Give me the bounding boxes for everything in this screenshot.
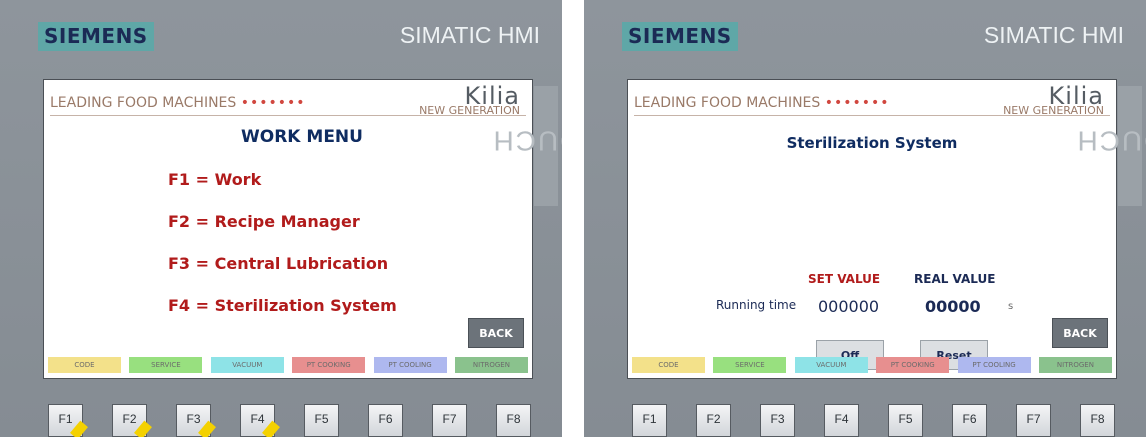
siemens-logo: SIEMENS bbox=[38, 22, 154, 51]
hmi-screen: LEADING FOOD MACHINES ••••••• Kilia NEW … bbox=[627, 79, 1117, 379]
touch-label: TOUCH bbox=[491, 125, 562, 157]
status-vacuum: VACUUM bbox=[210, 357, 284, 373]
function-keys: F1 F2 F3 F4 F5 F6 F7 F8 bbox=[48, 404, 538, 437]
status-vacuum: VACUUM bbox=[794, 357, 868, 373]
status-nitrogen: NITROGEN bbox=[454, 357, 528, 373]
status-bar: CODE SERVICE VACUUM PT COOKING PT COOLIN… bbox=[48, 357, 528, 373]
fkey-f2[interactable]: F2 bbox=[696, 404, 731, 437]
fkey-f8[interactable]: F8 bbox=[1080, 404, 1115, 437]
real-value-display: 00000 bbox=[925, 297, 981, 316]
set-value-label: SET VALUE bbox=[808, 272, 881, 286]
value-headers: SET VALUE REAL VALUE bbox=[628, 272, 1116, 288]
menu-item-central-lubrication[interactable]: F3 = Central Lubrication bbox=[168, 254, 388, 273]
fkey-f6[interactable]: F6 bbox=[952, 404, 987, 437]
status-bar: CODE SERVICE VACUUM PT COOKING PT COOLIN… bbox=[632, 357, 1112, 373]
status-service: SERVICE bbox=[713, 357, 787, 373]
unit-label: s bbox=[1008, 301, 1014, 312]
back-button[interactable]: BACK bbox=[1052, 318, 1108, 348]
fkey-f5[interactable]: F5 bbox=[304, 404, 339, 437]
function-keys: F1 F2 F3 F4 F5 F6 F7 F8 bbox=[632, 404, 1122, 437]
leading-food-machines-logo: LEADING FOOD MACHINES ••••••• bbox=[50, 95, 306, 111]
back-button[interactable]: BACK bbox=[468, 318, 524, 348]
status-pt-cooking: PT COOKING bbox=[292, 357, 366, 373]
fkey-f7[interactable]: F7 bbox=[1016, 404, 1051, 437]
siemens-logo: SIEMENS bbox=[622, 22, 738, 51]
menu-item-work[interactable]: F1 = Work bbox=[168, 170, 261, 189]
header-divider bbox=[634, 115, 1110, 116]
kilia-logo: Kilia NEW GENERATION bbox=[1003, 82, 1104, 117]
simatic-hmi-label: SIMATIC HMI bbox=[983, 22, 1124, 48]
touch-label: TOUCH bbox=[1075, 125, 1146, 157]
menu-item-recipe-manager[interactable]: F2 = Recipe Manager bbox=[168, 212, 360, 231]
running-time-label: Running time bbox=[716, 298, 797, 312]
work-menu-title: WORK MENU bbox=[241, 127, 363, 147]
fkey-f7[interactable]: F7 bbox=[432, 404, 467, 437]
fkey-f8[interactable]: F8 bbox=[496, 404, 531, 437]
hmi-panel-left: SIEMENS SIMATIC HMI LEADING FOOD MACHINE… bbox=[0, 0, 562, 437]
kilia-logo: Kilia NEW GENERATION bbox=[419, 82, 520, 117]
fkey-f5[interactable]: F5 bbox=[888, 404, 923, 437]
fkey-f4[interactable]: F4 bbox=[824, 404, 859, 437]
status-pt-cooling: PT COOLING bbox=[373, 357, 447, 373]
fkey-f3[interactable]: F3 bbox=[760, 404, 795, 437]
status-code: CODE bbox=[48, 357, 121, 373]
status-nitrogen: NITROGEN bbox=[1038, 357, 1112, 373]
leading-food-machines-logo: LEADING FOOD MACHINES ••••••• bbox=[634, 95, 890, 111]
status-service: SERVICE bbox=[129, 357, 203, 373]
real-value-label: REAL VALUE bbox=[914, 272, 996, 286]
hmi-panel-right: SIEMENS SIMATIC HMI LEADING FOOD MACHINE… bbox=[584, 0, 1146, 437]
set-value-field[interactable]: 000000 bbox=[818, 297, 879, 316]
status-code: CODE bbox=[632, 357, 705, 373]
simatic-hmi-label: SIMATIC HMI bbox=[399, 22, 540, 48]
hmi-screen: LEADING FOOD MACHINES ••••••• Kilia NEW … bbox=[43, 79, 533, 379]
header-divider bbox=[50, 115, 526, 116]
menu-item-sterilization-system[interactable]: F4 = Sterilization System bbox=[168, 296, 397, 315]
fkey-f1[interactable]: F1 bbox=[632, 404, 667, 437]
sterilization-title: Sterilization System bbox=[786, 134, 958, 152]
fkey-f6[interactable]: F6 bbox=[368, 404, 403, 437]
status-pt-cooking: PT COOKING bbox=[876, 357, 950, 373]
status-pt-cooling: PT COOLING bbox=[957, 357, 1031, 373]
